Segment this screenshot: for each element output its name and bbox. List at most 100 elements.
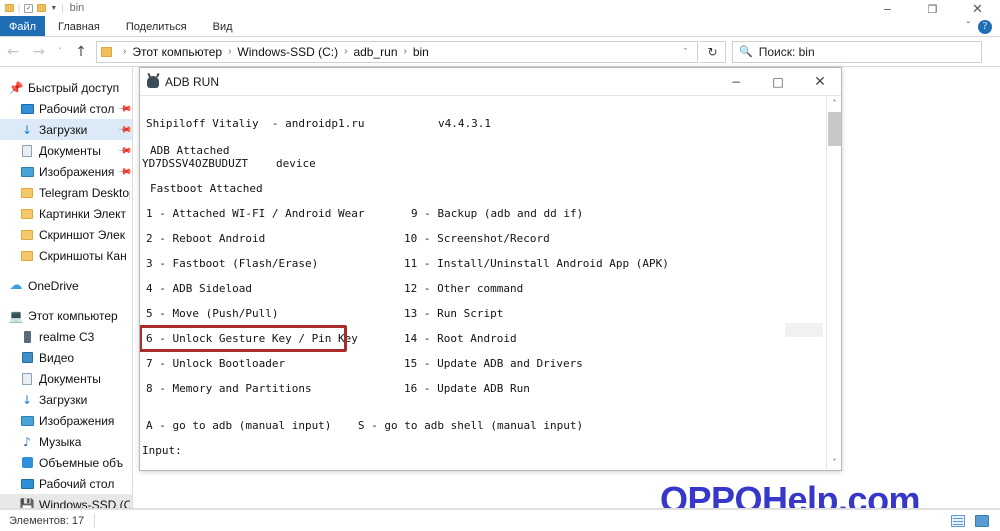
- adb-run-body: Shipiloff Vitaliy - androidp1.ru v4.4.3.…: [140, 95, 841, 470]
- search-input[interactable]: Поиск: bin: [759, 45, 815, 59]
- menu-item-10[interactable]: 10 - Screenshot/Record: [404, 232, 550, 245]
- render-artifact: [785, 323, 823, 337]
- menu-item-1[interactable]: 1 - Attached WI-FI / Android Wear: [146, 207, 365, 220]
- sidebar-item-видео[interactable]: Видео: [0, 347, 132, 368]
- adb-run-window-controls: − □ ✕: [715, 69, 841, 95]
- menu-item-12[interactable]: 12 - Other command: [404, 282, 523, 295]
- sidebar-item-скриншот-элек[interactable]: Скриншот Элек: [0, 224, 132, 245]
- menu-item-6[interactable]: 6 - Unlock Gesture Key / Pin Key: [146, 332, 358, 345]
- pin-icon[interactable]: 📌: [117, 143, 132, 158]
- sidebar-item-telegram-desktop[interactable]: Telegram Desktop: [0, 182, 132, 203]
- sidebar-item-onedrive[interactable]: ☁ OneDrive: [0, 275, 132, 296]
- sidebar-item-label: Видео: [39, 350, 75, 365]
- folder-icon: [19, 206, 35, 222]
- menu-item-3[interactable]: 3 - Fastboot (Flash/Erase): [146, 257, 318, 270]
- view-mode-buttons: [948, 512, 1000, 529]
- pin-icon[interactable]: 📌: [117, 164, 132, 179]
- navigation-bar: ← → ˇ ↑ › Этот компьютер › Windows-SSD (…: [0, 37, 1000, 66]
- sidebar-item-загрузки[interactable]: ↓ Загрузки 📌: [0, 119, 132, 140]
- scroll-up-icon[interactable]: ˄: [827, 96, 841, 111]
- sidebar-item-изображения[interactable]: Изображения: [0, 410, 132, 431]
- tab-share[interactable]: Поделиться: [113, 16, 200, 37]
- console-scroll-thumb[interactable]: [828, 112, 841, 146]
- sidebar-item-рабочий-стол[interactable]: Рабочий стол: [0, 473, 132, 494]
- customize-caret-icon[interactable]: ▼: [50, 5, 57, 12]
- breadcrumb-windows-ssd[interactable]: Windows-SSD (C:): [237, 45, 338, 59]
- tab-home[interactable]: Главная: [45, 16, 113, 37]
- folder-icon[interactable]: [5, 4, 14, 12]
- menu-item-16[interactable]: 16 - Update ADB Run: [404, 382, 530, 395]
- back-button[interactable]: ←: [0, 39, 26, 65]
- menu-item-11[interactable]: 11 - Install/Uninstall Android App (APK): [404, 257, 669, 270]
- sidebar-item-realme-c3[interactable]: realme C3: [0, 326, 132, 347]
- large-icons-view-button[interactable]: [972, 512, 992, 529]
- console-output[interactable]: Shipiloff Vitaliy - androidp1.ru v4.4.3.…: [140, 96, 826, 470]
- details-view-button[interactable]: [948, 512, 968, 529]
- menu-item-4[interactable]: 4 - ADB Sideload: [146, 282, 252, 295]
- adb-minimize-button[interactable]: −: [715, 69, 757, 95]
- sidebar-item-объемные-объ[interactable]: Объемные объ: [0, 452, 132, 473]
- sidebar-item-картинки-элект[interactable]: Картинки Элект: [0, 203, 132, 224]
- sidebar-item-загрузки[interactable]: ↓ Загрузки: [0, 389, 132, 410]
- sidebar-item-label: Скриншот Элек: [39, 227, 125, 242]
- qat-divider: |: [18, 3, 21, 13]
- folder-icon: [19, 227, 35, 243]
- navigation-pane[interactable]: 📌 Быстрый доступ Рабочий стол 📌 ↓ Загрузки 📌 До…: [0, 67, 132, 508]
- refresh-button[interactable]: ↻: [700, 40, 726, 63]
- properties-icon[interactable]: ✓: [24, 3, 34, 13]
- sidebar-item-label: Картинки Элект: [39, 206, 126, 221]
- menu-item-5[interactable]: 5 - Move (Push/Pull): [146, 307, 278, 320]
- pin-icon[interactable]: 📌: [117, 122, 132, 137]
- tab-view[interactable]: Вид: [200, 16, 246, 37]
- input-prompt[interactable]: Input:: [142, 444, 182, 457]
- new-folder-icon[interactable]: [37, 4, 47, 12]
- ribbon-tabs: Файл Главная Поделиться Вид ˇ ?: [0, 16, 1000, 37]
- sidebar-item-скриншоты-кан[interactable]: Скриншоты Кан: [0, 245, 132, 266]
- up-button[interactable]: ↑: [68, 39, 94, 65]
- scroll-down-icon[interactable]: ˅: [827, 455, 841, 470]
- sidebar-item-рабочий-стол[interactable]: Рабочий стол 📌: [0, 98, 132, 119]
- breadcrumb-separator-0: ›: [123, 46, 127, 57]
- sidebar-item-label: Документы: [39, 371, 101, 386]
- breadcrumb-bin[interactable]: bin: [413, 45, 429, 59]
- status-item-count: Элементов: 17: [9, 514, 85, 527]
- tab-file[interactable]: Файл: [0, 16, 45, 37]
- sidebar-item-windows-ssd-c[interactable]: 💾 Windows-SSD (C: [0, 494, 132, 508]
- sidebar-item-label: Музыка: [39, 434, 82, 449]
- sidebar-item-быстрый-доступ[interactable]: 📌 Быстрый доступ: [0, 77, 132, 98]
- menu-item-13[interactable]: 13 - Run Script: [404, 307, 503, 320]
- adb-close-button[interactable]: ✕: [799, 69, 841, 95]
- menu-item-14[interactable]: 14 - Root Android: [404, 332, 517, 345]
- adb-run-title: ADB RUN: [165, 74, 220, 89]
- recent-locations-button[interactable]: ˇ: [52, 39, 68, 65]
- menu-item-2[interactable]: 2 - Reboot Android: [146, 232, 265, 245]
- sidebar-item-изображения[interactable]: Изображения 📌: [0, 161, 132, 182]
- sidebar-item-label: Telegram Desktop: [39, 185, 130, 200]
- sidebar-item-этот-компьютер[interactable]: 💻 Этот компьютер: [0, 305, 132, 326]
- sidebar-item-документы[interactable]: Документы: [0, 368, 132, 389]
- sidebar-item-музыка[interactable]: ♪ Музыка: [0, 431, 132, 452]
- breadcrumb-adb-run[interactable]: adb_run: [353, 45, 397, 59]
- console-author-line: Shipiloff Vitaliy - androidp1.ru: [146, 117, 365, 130]
- address-bar[interactable]: › Этот компьютер › Windows-SSD (C:) › ad…: [96, 40, 698, 63]
- menu-item-7[interactable]: 7 - Unlock Bootloader: [146, 357, 285, 370]
- console-scrollbar[interactable]: ˄ ˅: [826, 96, 841, 470]
- sidebar-item-label: realme C3: [39, 329, 95, 344]
- menu-item-15[interactable]: 15 - Update ADB and Drivers: [404, 357, 583, 370]
- adb-run-window[interactable]: ADB RUN − □ ✕ Shipiloff Vitaliy - androi…: [139, 67, 842, 471]
- menu-item-9[interactable]: 9 - Backup (adb and dd if): [411, 207, 583, 220]
- breadcrumb-this-pc[interactable]: Этот компьютер: [132, 45, 222, 59]
- forward-button[interactable]: →: [26, 39, 52, 65]
- pin-icon[interactable]: 📌: [117, 101, 132, 116]
- address-dropdown-icon[interactable]: ˇ: [678, 47, 693, 57]
- breadcrumb-separator-3: ›: [403, 46, 407, 57]
- sidebar-item-label: Загрузки: [39, 392, 88, 407]
- sidebar-item-документы[interactable]: Документы 📌: [0, 140, 132, 161]
- adb-maximize-button[interactable]: □: [757, 69, 799, 95]
- search-box[interactable]: 🔍 Поиск: bin: [732, 40, 982, 63]
- help-icon[interactable]: ?: [978, 19, 992, 34]
- chevron-down-icon[interactable]: ˇ: [967, 21, 970, 32]
- menu-item-8[interactable]: 8 - Memory and Partitions: [146, 382, 312, 395]
- adb-run-titlebar[interactable]: ADB RUN − □ ✕: [140, 68, 841, 95]
